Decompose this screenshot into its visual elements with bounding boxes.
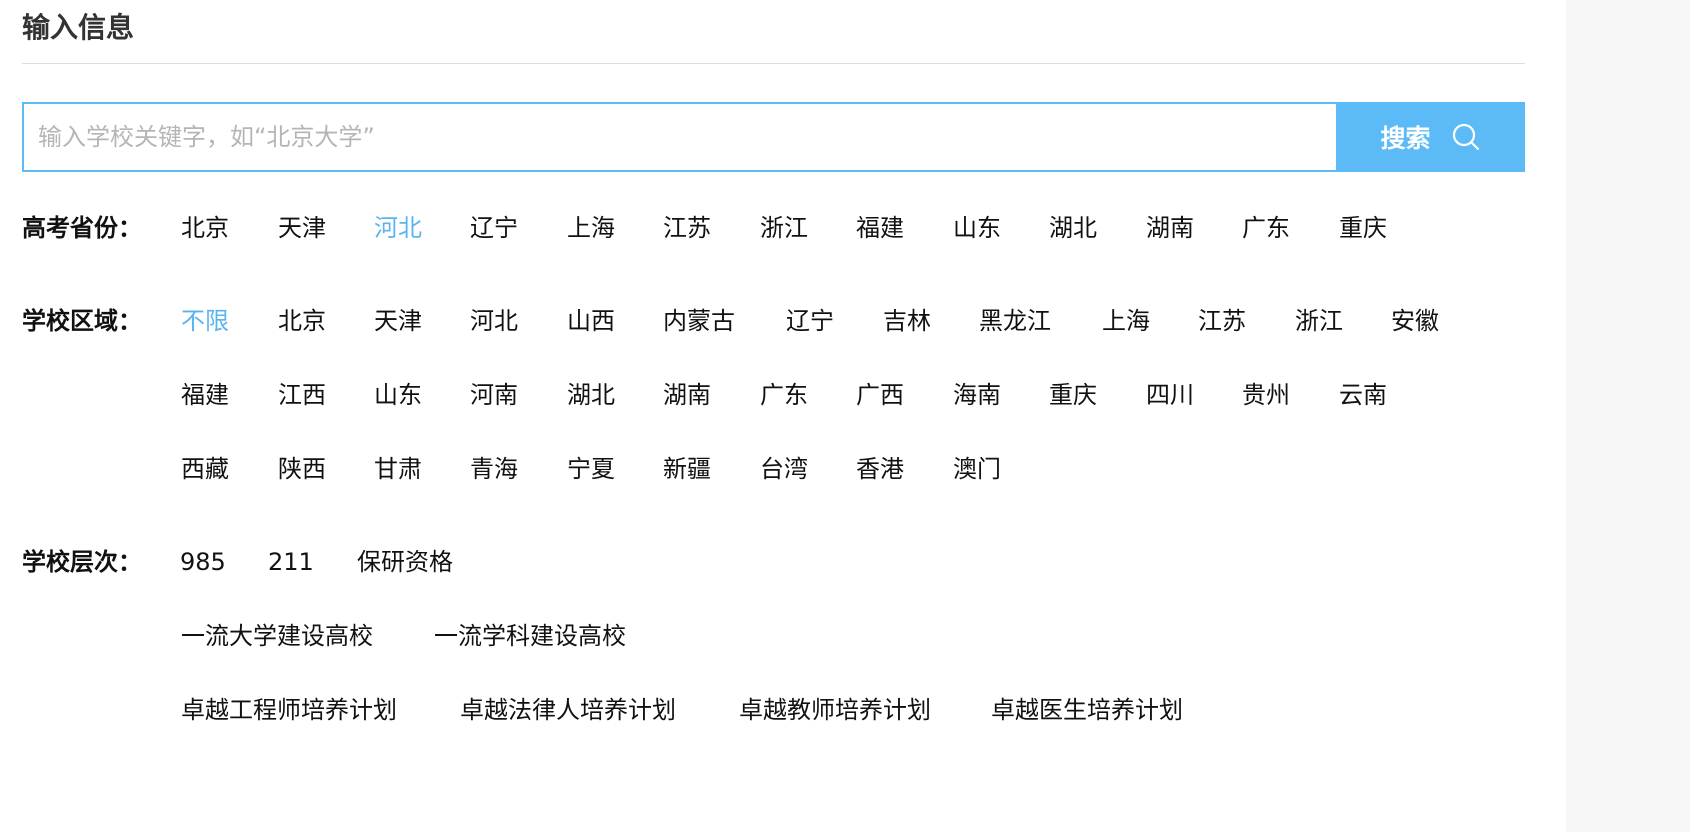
region-option[interactable]: 宁夏 [567, 452, 615, 486]
region-option[interactable]: 吉林 [883, 304, 931, 338]
region-option[interactable]: 黑龙江 [979, 304, 1051, 338]
province-option[interactable]: 江苏 [663, 211, 711, 245]
school-search-page: 输入信息 搜索 高考省份： 北京 天津 河北 辽宁 上海 江苏 浙江 福建 山东… [0, 0, 1690, 832]
province-option-selected[interactable]: 河北 [374, 211, 422, 245]
level-option[interactable]: 卓越医生培养计划 [991, 693, 1183, 727]
province-option[interactable]: 湖南 [1146, 211, 1194, 245]
region-option[interactable]: 四川 [1146, 378, 1194, 412]
region-option[interactable]: 辽宁 [786, 304, 834, 338]
province-option[interactable]: 重庆 [1339, 211, 1387, 245]
region-option[interactable]: 安徽 [1391, 304, 1439, 338]
region-option[interactable]: 江西 [278, 378, 326, 412]
region-option[interactable]: 台湾 [760, 452, 808, 486]
province-option[interactable]: 辽宁 [470, 211, 518, 245]
search-icon [1452, 123, 1479, 151]
region-option[interactable]: 广西 [856, 378, 904, 412]
region-option[interactable]: 北京 [278, 304, 326, 338]
province-option[interactable]: 浙江 [760, 211, 808, 245]
level-option[interactable]: 卓越工程师培养计划 [181, 693, 397, 727]
province-option[interactable]: 广东 [1242, 211, 1290, 245]
region-option[interactable]: 湖南 [663, 378, 711, 412]
region-option[interactable]: 新疆 [663, 452, 711, 486]
region-option-selected[interactable]: 不限 [181, 304, 229, 338]
region-label: 学校区域： [22, 307, 142, 335]
level-option[interactable]: 一流学科建设高校 [434, 619, 626, 653]
region-option[interactable]: 山东 [374, 378, 422, 412]
region-option[interactable]: 海南 [953, 378, 1001, 412]
level-option[interactable]: 卓越教师培养计划 [739, 693, 931, 727]
level-option[interactable]: 卓越法律人培养计划 [460, 693, 676, 727]
region-option[interactable]: 甘肃 [374, 452, 422, 486]
region-option[interactable]: 河南 [470, 378, 518, 412]
province-option[interactable]: 山东 [953, 211, 1001, 245]
province-option[interactable]: 福建 [856, 211, 904, 245]
region-option[interactable]: 上海 [1102, 304, 1150, 338]
region-option[interactable]: 福建 [181, 378, 229, 412]
province-label: 高考省份： [22, 214, 142, 242]
region-option[interactable]: 河北 [470, 304, 518, 338]
search-input[interactable] [22, 102, 1336, 172]
page-scrollbar-track[interactable] [1566, 0, 1690, 832]
region-option[interactable]: 陕西 [278, 452, 326, 486]
region-option[interactable]: 云南 [1339, 378, 1387, 412]
region-option[interactable]: 香港 [856, 452, 904, 486]
search-bar: 搜索 [22, 102, 1525, 172]
level-option[interactable]: 211 [268, 545, 314, 579]
section-title: 输入信息 [22, 11, 135, 44]
level-option[interactable]: 985 [180, 545, 226, 579]
search-button[interactable]: 搜索 [1336, 102, 1525, 172]
level-option[interactable]: 保研资格 [357, 545, 453, 579]
region-option[interactable]: 湖北 [567, 378, 615, 412]
province-option[interactable]: 湖北 [1049, 211, 1097, 245]
region-option[interactable]: 天津 [374, 304, 422, 338]
region-option[interactable]: 青海 [470, 452, 518, 486]
level-option[interactable]: 一流大学建设高校 [181, 619, 373, 653]
region-option[interactable]: 贵州 [1242, 378, 1290, 412]
province-option[interactable]: 北京 [181, 211, 229, 245]
level-label: 学校层次： [22, 548, 142, 576]
province-option[interactable]: 天津 [278, 211, 326, 245]
region-option[interactable]: 山西 [567, 304, 615, 338]
region-option[interactable]: 江苏 [1198, 304, 1246, 338]
region-option[interactable]: 澳门 [953, 452, 1001, 486]
search-button-label: 搜索 [1380, 124, 1431, 153]
province-option[interactable]: 上海 [567, 211, 615, 245]
region-option[interactable]: 内蒙古 [663, 304, 735, 338]
region-option[interactable]: 西藏 [181, 452, 229, 486]
region-option[interactable]: 重庆 [1049, 378, 1097, 412]
region-option[interactable]: 浙江 [1295, 304, 1343, 338]
region-option[interactable]: 广东 [760, 378, 808, 412]
title-divider [22, 63, 1525, 64]
